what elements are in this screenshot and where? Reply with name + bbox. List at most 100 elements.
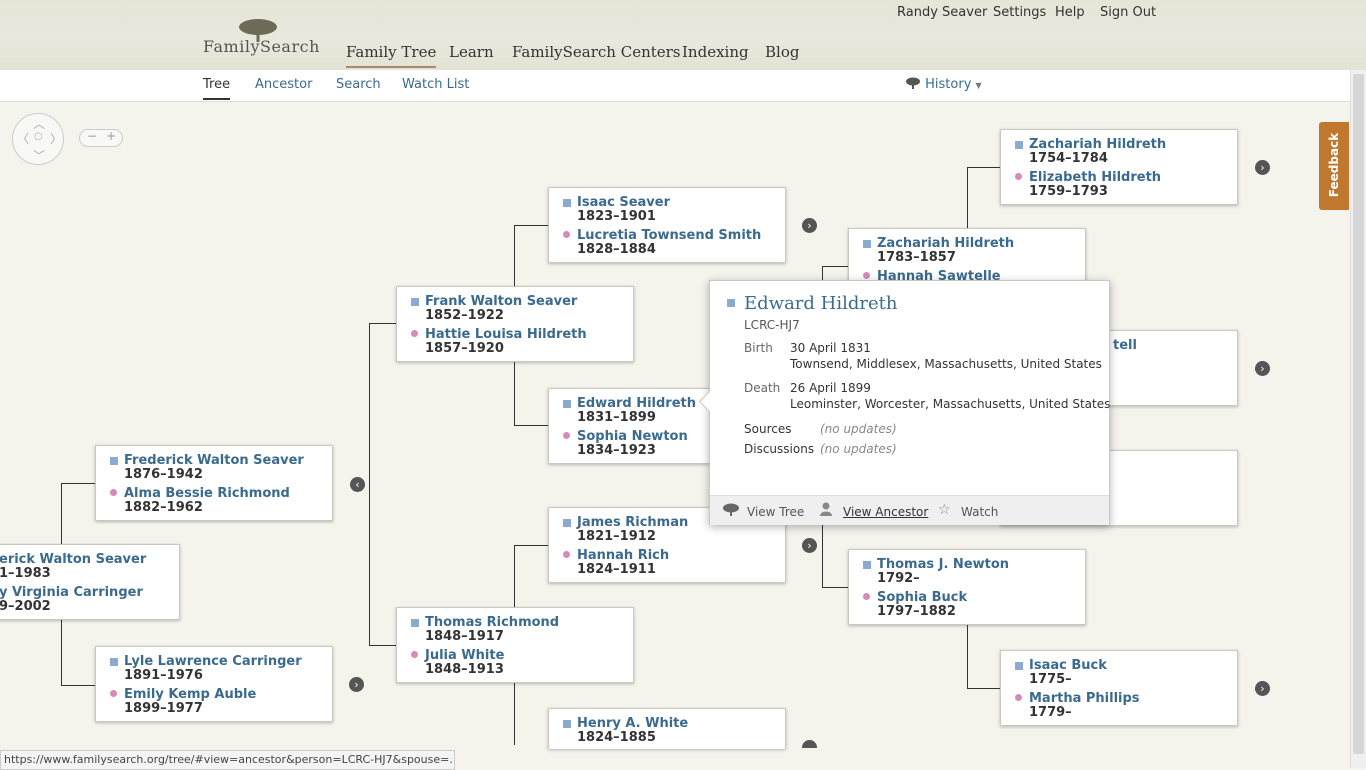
wife-name[interactable]: Elizabeth Hildreth: [1029, 171, 1161, 185]
wife-name[interactable]: Martha Phillips: [1029, 692, 1140, 706]
female-icon: [863, 593, 870, 600]
settings-link[interactable]: Settings: [993, 5, 1046, 20]
familysearch-logo[interactable]: FamilySearch: [203, 18, 323, 58]
feedback-tab[interactable]: Feedback: [1319, 122, 1349, 210]
husband-dates: 1823–1901: [577, 209, 656, 224]
male-icon: [863, 240, 871, 248]
husband-dates: 1852–1922: [425, 308, 504, 323]
sign-out-link[interactable]: Sign Out: [1100, 5, 1156, 20]
male-icon: [727, 299, 735, 307]
watch-link[interactable]: Watch: [961, 505, 998, 519]
husband-name[interactable]: Isaac Seaver: [577, 196, 670, 210]
site-header: FamilySearch Randy Seaver Settings Help …: [0, 0, 1366, 71]
view-tree-link[interactable]: View Tree: [747, 505, 804, 519]
tab-search[interactable]: Search: [336, 77, 381, 92]
couple-card[interactable]: Henry A. White 1824–1885: [548, 708, 786, 749]
tab-ancestor[interactable]: Ancestor: [255, 77, 312, 92]
expand-right-icon[interactable]: ›: [349, 677, 364, 692]
couple-card[interactable]: Isaac Seaver 1823–1901 Lucretia Townsend…: [548, 187, 786, 263]
person-icon: [820, 502, 832, 519]
husband-name[interactable]: Zachariah Hildreth: [877, 237, 1014, 251]
nav-learn[interactable]: Learn: [449, 43, 494, 61]
vertical-scrollbar[interactable]: [1350, 70, 1366, 768]
connector-line: [369, 645, 396, 646]
history-menu[interactable]: History ▼: [905, 77, 982, 92]
female-icon: [563, 432, 570, 439]
connector-line: [514, 225, 548, 226]
zoom-out-button[interactable]: −: [87, 129, 97, 143]
wife-name[interactable]: Lucretia Townsend Smith: [577, 229, 761, 243]
death-label: Death: [744, 381, 781, 395]
view-tree-icon: [722, 503, 740, 519]
wife-name[interactable]: Alma Bessie Richmond: [124, 487, 290, 501]
wife-name[interactable]: Hattie Louisa Hildreth: [425, 328, 587, 342]
nav-blog[interactable]: Blog: [765, 43, 799, 61]
couple-card[interactable]: Thomas J. Newton 1792– Sophia Buck 1797–…: [848, 549, 1086, 625]
couple-card[interactable]: Frank Walton Seaver 1852–1922 Hattie Lou…: [396, 286, 634, 362]
pan-up-icon[interactable]: ︿: [33, 115, 45, 132]
male-icon: [563, 720, 571, 728]
person-name-link[interactable]: Edward Hildreth: [744, 293, 897, 314]
wife-name[interactable]: Emily Kemp Auble: [124, 688, 256, 702]
husband-name[interactable]: erick Walton Seaver: [0, 553, 146, 567]
wife-name[interactable]: Sophia Newton: [577, 430, 688, 444]
expand-right-icon[interactable]: ›: [802, 218, 817, 233]
pan-left-icon[interactable]: 〈: [17, 130, 29, 147]
husband-name[interactable]: Henry A. White: [577, 717, 688, 731]
husband-name[interactable]: Thomas J. Newton: [877, 558, 1009, 572]
tab-watch-list[interactable]: Watch List: [402, 77, 469, 92]
couple-card[interactable]: Thomas Richmond 1848–1917 Julia White 18…: [396, 607, 634, 683]
female-icon: [411, 651, 418, 658]
wife-name[interactable]: Hannah Rich: [577, 549, 669, 563]
husband-name[interactable]: Frank Walton Seaver: [425, 295, 577, 309]
husband-dates: 1754–1784: [1029, 151, 1108, 166]
expand-right-icon[interactable]: ›: [1255, 160, 1270, 175]
expand-right-icon[interactable]: [802, 740, 817, 748]
popup-actions: View Tree View Ancestor ☆ Watch: [710, 495, 1109, 525]
tab-tree[interactable]: Tree: [203, 77, 231, 100]
couple-card[interactable]: erick Walton Seaver 1–1983 y Virginia Ca…: [0, 544, 180, 620]
husband-dates: 1876–1942: [124, 467, 203, 482]
nav-indexing[interactable]: Indexing: [682, 43, 749, 61]
husband-name[interactable]: Thomas Richmond: [425, 616, 559, 630]
couple-card[interactable]: Lyle Lawrence Carringer 1891–1976 Emily …: [95, 646, 333, 722]
husband-name[interactable]: tell: [1113, 339, 1137, 353]
connector-line: [822, 587, 849, 588]
husband-name[interactable]: Frederick Walton Seaver: [124, 454, 304, 468]
connector-line: [967, 688, 1001, 689]
couple-card[interactable]: Frederick Walton Seaver 1876–1942 Alma B…: [95, 445, 333, 521]
wife-name[interactable]: y Virginia Carringer: [0, 586, 143, 600]
death-place: Leominster, Worcester, Massachusetts, Un…: [790, 397, 1111, 411]
nav-familysearch-centers[interactable]: FamilySearch Centers: [512, 43, 681, 61]
husband-name[interactable]: Lyle Lawrence Carringer: [124, 655, 302, 669]
wife-dates: 1824–1911: [577, 562, 656, 577]
zoom-control: − +: [79, 129, 123, 147]
expand-right-icon[interactable]: ›: [1255, 681, 1270, 696]
connector-line: [822, 523, 823, 587]
husband-name[interactable]: James Richman: [577, 516, 688, 530]
wife-name[interactable]: Sophia Buck: [877, 591, 967, 605]
husband-name[interactable]: Edward Hildreth: [577, 397, 696, 411]
pan-control[interactable]: ︿ ﹀ 〈 〉 ○: [12, 113, 64, 165]
wife-name[interactable]: Julia White: [425, 649, 504, 663]
husband-dates: 1831–1899: [577, 410, 656, 425]
pan-down-icon[interactable]: ﹀: [33, 147, 45, 164]
wife-dates: 9–2002: [0, 599, 51, 614]
zoom-in-button[interactable]: +: [106, 129, 116, 143]
husband-name[interactable]: Isaac Buck: [1029, 659, 1107, 673]
user-name-link[interactable]: Randy Seaver: [897, 5, 987, 20]
help-link[interactable]: Help: [1055, 5, 1085, 20]
pan-right-icon[interactable]: 〉: [50, 130, 62, 147]
nav-family-tree[interactable]: Family Tree: [346, 43, 437, 68]
husband-name[interactable]: Zachariah Hildreth: [1029, 138, 1166, 152]
expand-right-icon[interactable]: ›: [802, 538, 817, 553]
couple-card[interactable]: Isaac Buck 1775– Martha Phillips 1779–: [1000, 650, 1238, 726]
connector-line: [822, 266, 823, 280]
scrollbar-thumb[interactable]: [1353, 74, 1364, 754]
wife-dates: 1882–1962: [124, 500, 203, 515]
collapse-left-icon[interactable]: ‹: [350, 477, 365, 492]
expand-right-icon[interactable]: ›: [1255, 361, 1270, 376]
couple-card[interactable]: Zachariah Hildreth 1754–1784 Elizabeth H…: [1000, 129, 1238, 205]
pan-center-icon[interactable]: ○: [34, 131, 43, 142]
view-ancestor-link[interactable]: View Ancestor: [843, 505, 928, 519]
